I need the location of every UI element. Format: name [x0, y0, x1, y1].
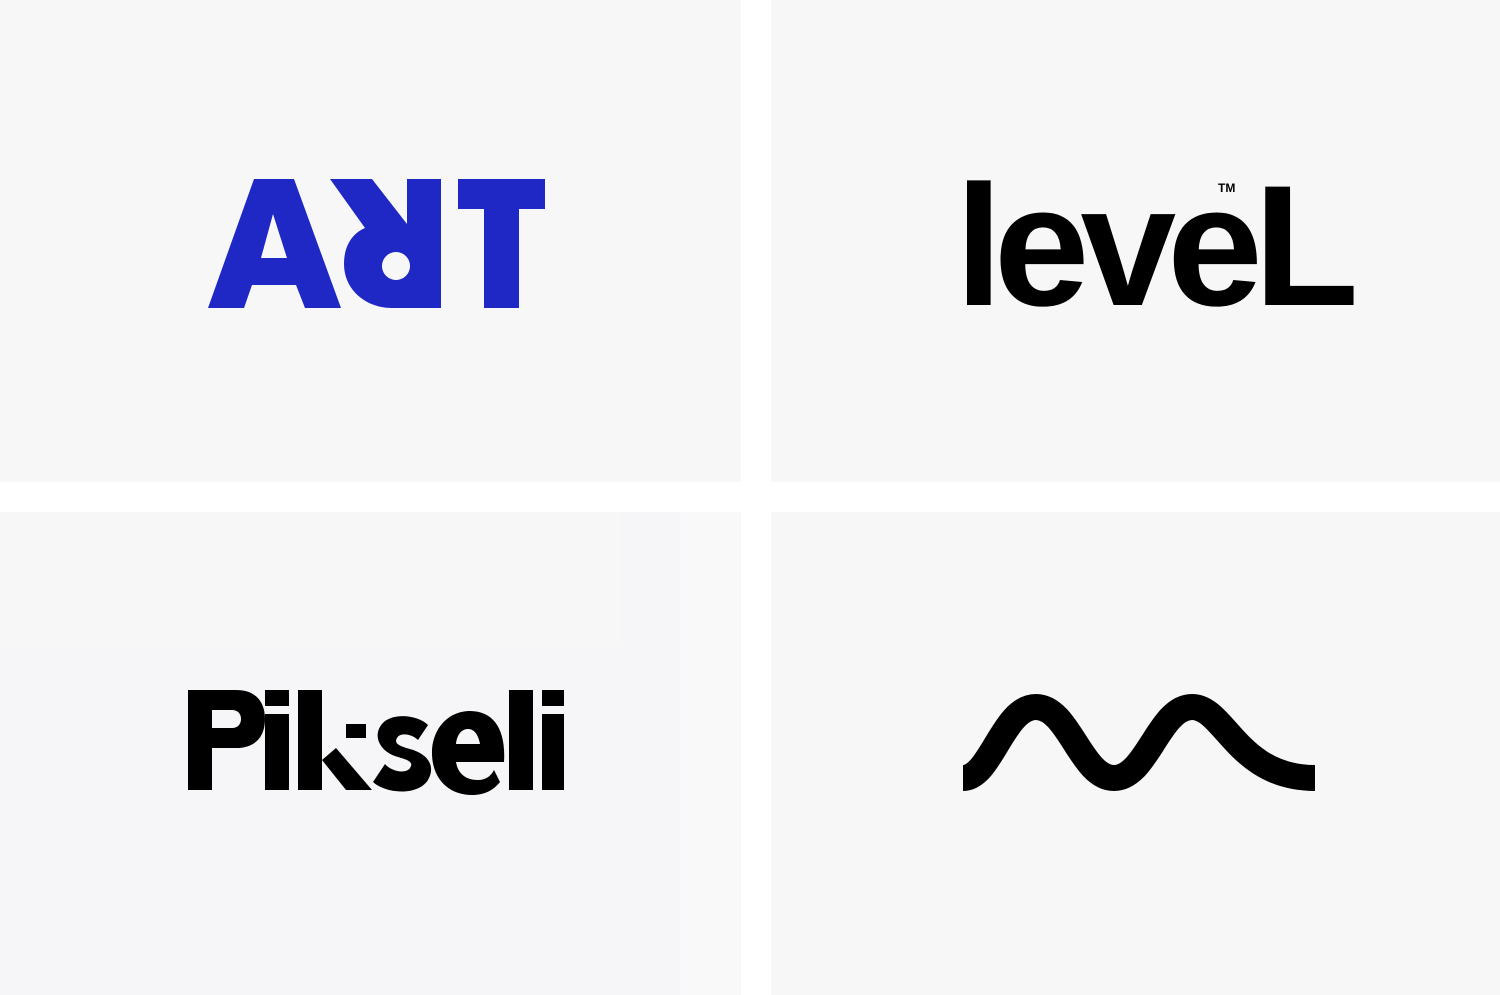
- pikseli-logo: [188, 690, 564, 795]
- panel-pikseli: [0, 512, 741, 995]
- panel-level: leveL TM: [771, 0, 1500, 482]
- pikseli-glyphs: [188, 690, 564, 795]
- panel-wave: [771, 512, 1500, 995]
- trademark-mark: TM: [1218, 181, 1236, 195]
- art-logo: [208, 179, 545, 308]
- art-glyphs: [208, 179, 545, 308]
- panel-art: [0, 0, 741, 482]
- wave-m-icon: [960, 693, 1316, 792]
- level-wordmark: leveL: [955, 150, 1359, 342]
- wave-stroke: [960, 693, 1316, 792]
